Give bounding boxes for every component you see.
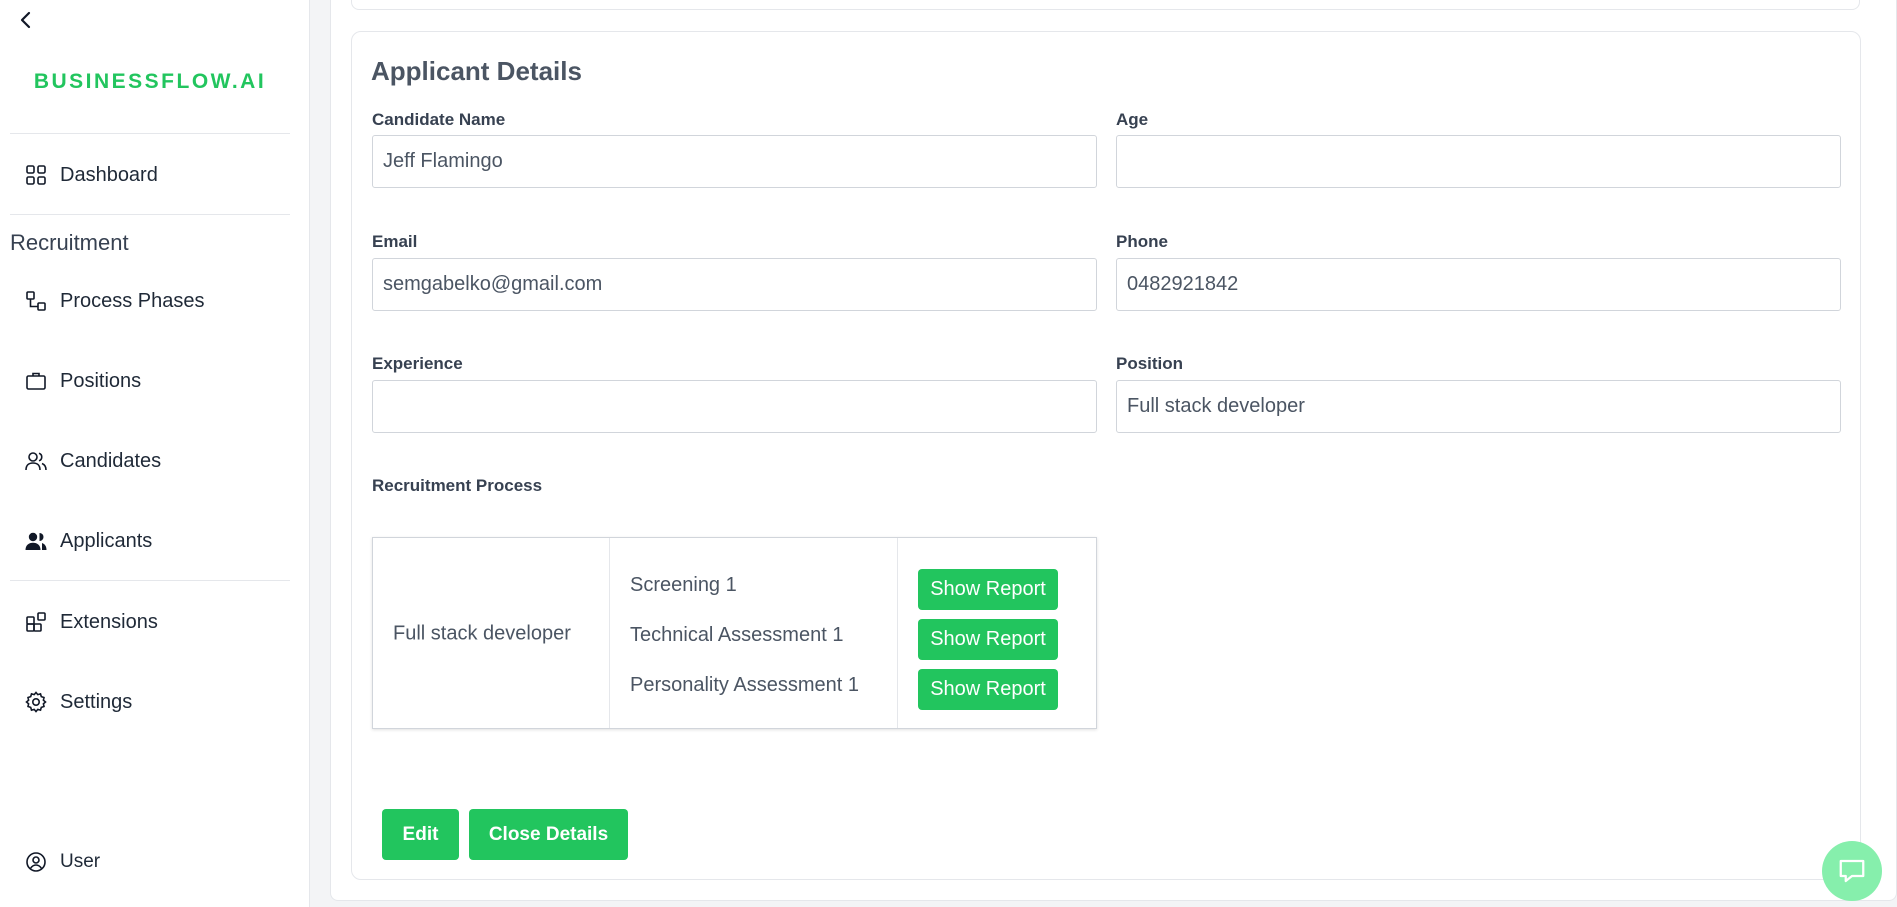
sidebar-item-label: Positions — [60, 369, 142, 392]
sidebar-item-settings[interactable]: Settings — [24, 684, 132, 720]
sidebar-item-label: Settings — [60, 690, 133, 713]
brand-logo: BUSINESSFLOW.AI — [33, 70, 267, 93]
phone-input[interactable] — [1116, 258, 1841, 311]
age-label: Age — [1116, 110, 1149, 129]
show-report-button-technical[interactable]: Show Report — [918, 619, 1058, 660]
experience-input[interactable] — [372, 380, 1097, 433]
sidebar-item-label: Applicants — [60, 529, 153, 552]
phase-name-screening: Screening 1 — [630, 574, 737, 596]
phone-label: Phone — [1116, 232, 1168, 251]
previous-card — [351, 0, 1860, 10]
experience-label: Experience — [372, 354, 463, 373]
phase-name-personality-assessment: Personality Assessment 1 — [630, 674, 859, 696]
sidebar-item-label: Candidates — [60, 449, 162, 472]
sidebar-divider — [10, 133, 290, 134]
email-input[interactable] — [372, 258, 1097, 311]
show-report-button-personality[interactable]: Show Report — [918, 669, 1058, 710]
chat-support-button[interactable] — [1822, 841, 1882, 901]
table-column-divider — [897, 538, 898, 728]
chat-bubble-icon — [1839, 859, 1865, 883]
process-position-cell: Full stack developer — [393, 622, 571, 645]
briefcase-icon — [26, 372, 46, 390]
process-flow-icon — [26, 291, 46, 311]
sidebar-item-extensions[interactable]: Extensions — [24, 604, 158, 640]
back-arrow-icon[interactable] — [14, 8, 38, 32]
extensions-blocks-icon — [26, 612, 46, 632]
age-input[interactable] — [1116, 135, 1841, 188]
section-title-recruitment: Recruitment — [10, 230, 129, 255]
dashboard-grid-icon — [26, 165, 46, 185]
sidebar-item-label: Process Phases — [60, 289, 205, 312]
sidebar-item-dashboard[interactable]: Dashboard — [24, 157, 158, 193]
sidebar-item-positions[interactable]: Positions — [24, 363, 141, 399]
phase-name-technical-assessment: Technical Assessment 1 — [630, 624, 844, 646]
sidebar-item-applicants[interactable]: Applicants — [24, 523, 152, 559]
table-column-divider — [609, 538, 610, 728]
gear-icon — [25, 691, 47, 713]
sidebar: BUSINESSFLOW.AI Dashboard Recruitment Pr… — [0, 0, 310, 907]
recruitment-process-table: Full stack developer Screening 1 Technic… — [372, 537, 1097, 729]
candidate-name-input[interactable] — [372, 135, 1097, 188]
position-input[interactable] — [1116, 380, 1841, 433]
sidebar-item-candidates[interactable]: Candidates — [24, 443, 161, 479]
users-filled-icon — [25, 532, 47, 550]
users-outline-icon — [25, 452, 47, 471]
sidebar-item-process-phases[interactable]: Process Phases — [24, 283, 205, 319]
sidebar-item-label: User — [60, 851, 101, 872]
sidebar-item-label: Dashboard — [60, 163, 158, 186]
close-details-button[interactable]: Close Details — [469, 809, 628, 860]
sidebar-divider — [10, 214, 290, 215]
position-label: Position — [1116, 354, 1184, 373]
candidate-name-label: Candidate Name — [372, 110, 506, 129]
user-circle-icon — [26, 852, 46, 872]
sidebar-divider — [10, 580, 290, 581]
sidebar-item-user[interactable]: User — [24, 844, 100, 880]
page-title: Applicant Details — [371, 56, 582, 86]
recruitment-process-label: Recruitment Process — [372, 476, 543, 495]
show-report-button-screening[interactable]: Show Report — [918, 569, 1058, 610]
edit-button[interactable]: Edit — [382, 809, 459, 860]
sidebar-item-label: Extensions — [60, 610, 158, 633]
email-label: Email — [372, 232, 418, 251]
